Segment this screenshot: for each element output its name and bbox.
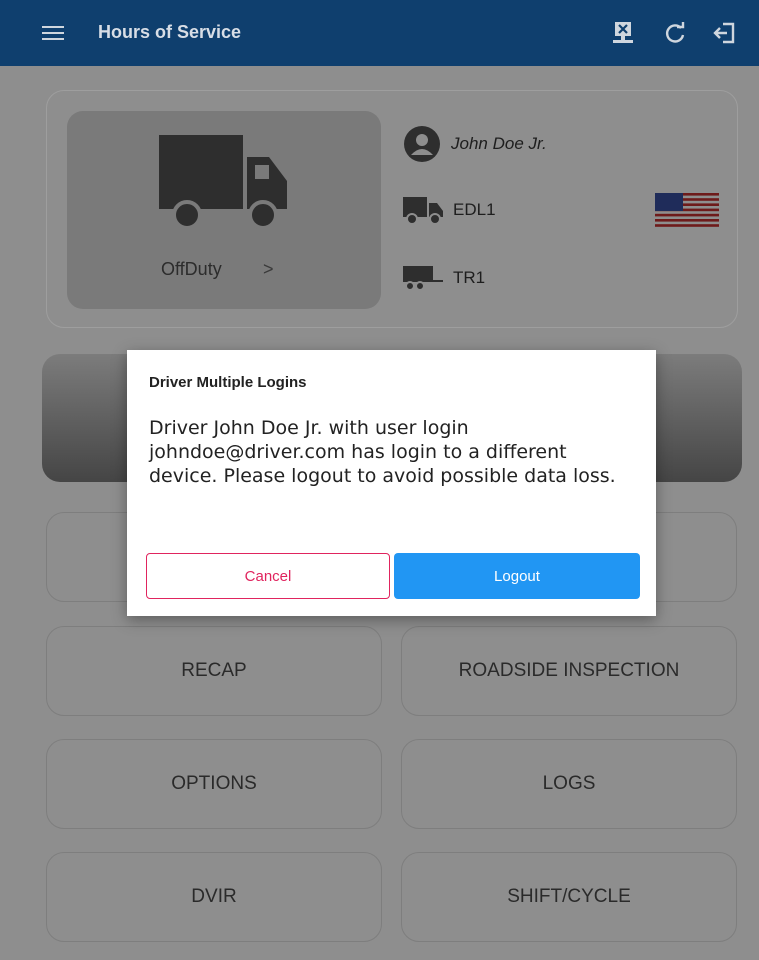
user-icon xyxy=(404,126,440,162)
roadside-inspection-button[interactable]: ROADSIDE INSPECTION xyxy=(401,626,737,716)
logout-icon[interactable] xyxy=(710,18,740,48)
menu-icon[interactable] xyxy=(42,23,64,43)
app-title: Hours of Service xyxy=(98,22,242,42)
vehicle-id: EDL1 xyxy=(453,200,496,219)
driver-name-row: John Doe Jr. xyxy=(403,125,547,163)
chevron-right-icon: > xyxy=(263,259,274,279)
refresh-icon[interactable] xyxy=(660,18,690,48)
vehicle-row: EDL1 xyxy=(403,195,496,225)
driver-name: John Doe Jr. xyxy=(451,134,547,153)
app-bar: Hours of Service xyxy=(0,0,759,66)
dialog-title: Driver Multiple Logins xyxy=(149,374,307,391)
trailer-icon xyxy=(403,266,443,291)
duty-status-button[interactable]: OffDuty > xyxy=(67,111,381,309)
duty-status-label: OffDuty xyxy=(161,259,222,279)
options-button[interactable]: OPTIONS xyxy=(46,739,382,829)
sync-cancel-icon[interactable] xyxy=(608,18,638,48)
driver-profile-card: OffDuty > John Doe Jr. EDL1 TR1 xyxy=(46,90,738,328)
cancel-button[interactable]: Cancel xyxy=(146,553,390,599)
recap-button[interactable]: RECAP xyxy=(46,626,382,716)
shift-cycle-button[interactable]: SHIFT/CYCLE xyxy=(401,852,737,942)
trailer-row: TR1 xyxy=(403,263,485,293)
multiple-logins-dialog: Driver Multiple Logins Driver John Doe J… xyxy=(127,350,656,616)
dialog-message: Driver John Doe Jr. with user login john… xyxy=(149,417,616,487)
trailer-id: TR1 xyxy=(453,268,486,287)
truck-icon xyxy=(159,135,287,230)
us-flag-icon xyxy=(655,193,719,227)
logs-button[interactable]: LOGS xyxy=(401,739,737,829)
dvir-button[interactable]: DVIR xyxy=(46,852,382,942)
vehicle-icon xyxy=(403,197,443,225)
logout-button[interactable]: Logout xyxy=(394,553,640,599)
